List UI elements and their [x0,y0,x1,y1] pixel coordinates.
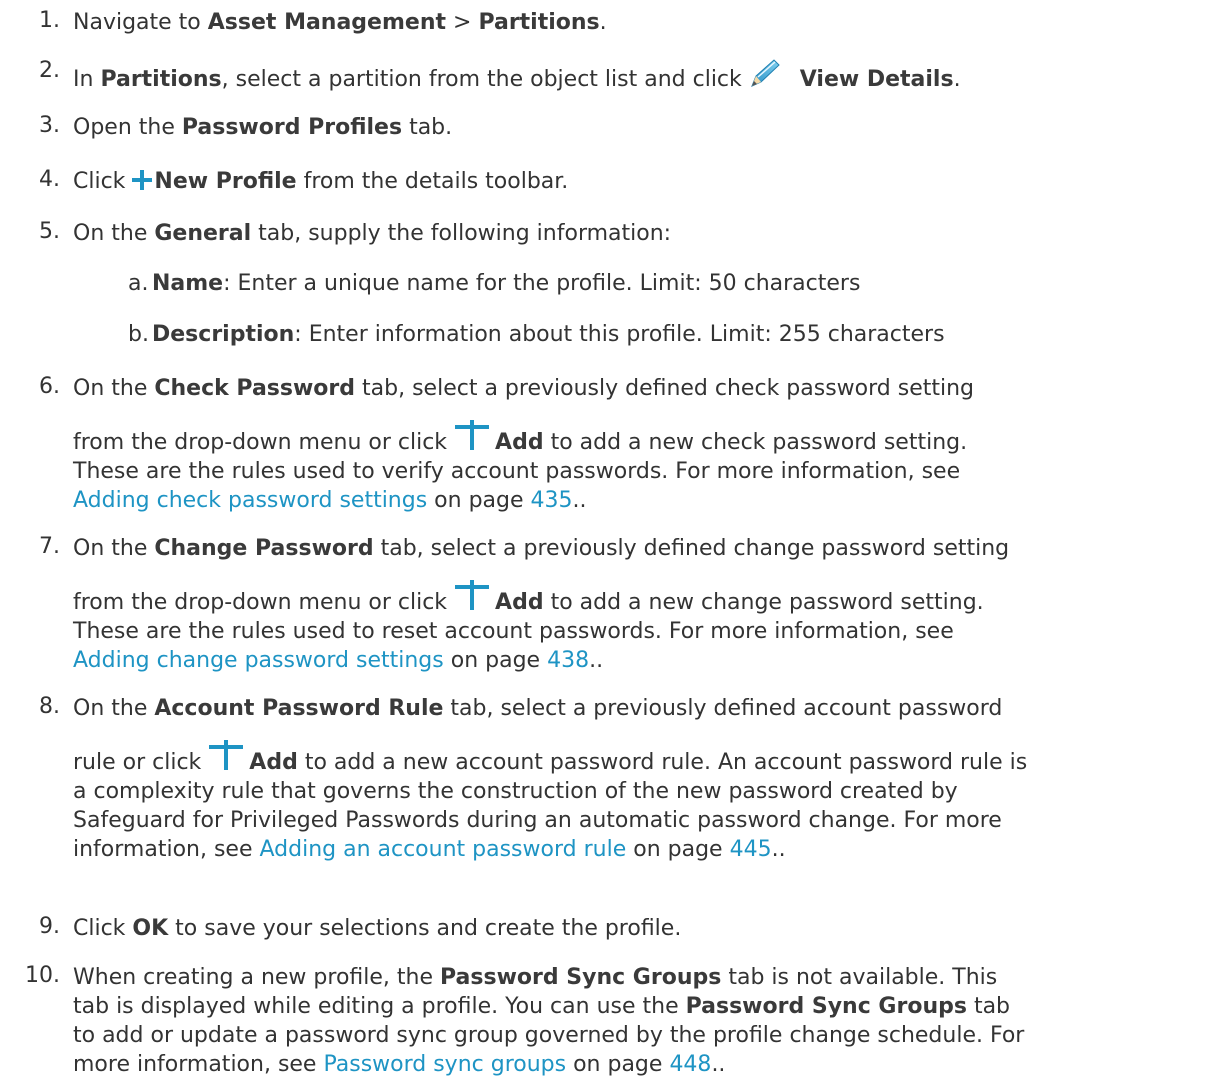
step-number: 10. [25,963,60,988]
ui-term: Password Sync Groups [440,965,722,990]
ui-term: Password Profiles [181,115,403,140]
plus-icon [455,580,490,610]
step-text: from the details toolbar. [296,169,569,194]
step-text: tab, supply the following information: [251,221,672,246]
step-text: , select a partition from the object lis… [221,67,742,92]
step-text: These are the rules used to verify accou… [73,459,961,484]
step-text: a complexity rule that governs the const… [73,779,958,804]
step-text: on page [566,1052,670,1077]
page-link[interactable]: 445 [730,837,772,862]
substep-letter: b. [128,322,149,347]
step-text: Open the [73,115,182,140]
step-text: tab. [402,115,453,140]
ui-term: General [154,221,252,246]
ui-term: Add [249,750,298,775]
step-number: 8. [39,694,60,719]
step-text: tab, select a previously defined check p… [355,376,975,401]
step-text: On the [73,376,155,401]
step-text: rule or click [73,750,202,775]
step-text: .. [771,837,786,862]
ui-term: View Details [799,67,954,92]
ui-term: Account Password Rule [154,696,444,721]
step-text: > [446,10,479,35]
xref-link[interactable]: Adding an account password rule [259,837,626,862]
step-number: 2. [39,58,60,83]
step-text: tab, select a previously defined change … [373,536,1010,561]
page-link[interactable]: 435 [531,488,573,513]
step-text: .. [589,648,604,673]
step-text: Safeguard for Privileged Passwords durin… [73,808,1002,833]
step-number: 6. [39,374,60,399]
step-text: to add a new change password setting. [543,590,984,615]
step-text: to add or update a password sync group g… [73,1023,1025,1048]
step-text: Navigate to [73,10,208,35]
step-text: : Enter a unique name for the profile. L… [223,271,861,296]
pencil-icon [750,59,780,87]
field-name: Description [152,322,295,347]
ui-term: Partitions [100,67,222,92]
step-text: On the [73,536,155,561]
step-text: to add a new check password setting. [543,430,968,455]
field-name: Name [152,271,224,296]
step-text: Click [73,169,133,194]
xref-link[interactable]: Password sync groups [323,1052,566,1077]
step-number: 7. [39,534,60,559]
step-text: tab is displayed while editing a profile… [73,994,686,1019]
step-text: On the [73,696,155,721]
step-text: .. [711,1052,726,1077]
step-text: .. [572,488,587,513]
step-text: tab [966,994,1011,1019]
step-text: to add a new account password rule. An a… [297,750,1028,775]
step-text: tab, select a previously defined account… [443,696,1003,721]
step-text: from the drop-down menu or click [73,590,448,615]
step-text: On the [73,221,155,246]
step-text: tab is not available. This [721,965,998,990]
step-text: When creating a new profile, the [73,965,440,990]
plus-icon [209,740,244,770]
step-text: on page [626,837,730,862]
step-text: Click [73,916,133,941]
ui-term: OK [132,916,169,941]
substep-letter: a. [128,271,149,296]
step-text: more information, see [73,1052,324,1077]
step-text: : Enter information about this profile. … [294,322,945,347]
step-number: 5. [39,219,60,244]
step-text: from the drop-down menu or click [73,430,448,455]
plus-icon [455,420,490,450]
ui-term: Check Password [154,376,356,401]
page-link[interactable]: 448 [669,1052,711,1077]
step-text: In [73,67,101,92]
xref-link[interactable]: Adding change password settings [73,648,444,673]
step-number: 9. [39,914,60,939]
ui-term: Partitions [478,10,600,35]
page-link[interactable]: 438 [547,648,589,673]
ui-term: New Profile [154,169,297,194]
ui-term: Add [495,430,544,455]
step-text: information, see [73,837,260,862]
document-page: 1. Navigate to Asset Management > Partit… [0,0,1213,1077]
ui-term: Change Password [154,536,374,561]
ui-term: Asset Management [207,10,447,35]
ui-term: Add [495,590,544,615]
step-text: . [953,67,961,92]
plus-icon [132,170,153,190]
xref-link[interactable]: Adding check password settings [73,488,427,513]
step-number: 3. [39,113,60,138]
step-number: 1. [39,8,60,33]
step-text: on page [443,648,548,673]
step-text: on page [427,488,531,513]
step-text: to save your selections and create the p… [168,916,682,941]
ui-term: Password Sync Groups [685,994,967,1019]
step-text: . [599,10,607,35]
step-text: These are the rules used to reset accoun… [73,619,954,644]
step-number: 4. [39,167,60,192]
